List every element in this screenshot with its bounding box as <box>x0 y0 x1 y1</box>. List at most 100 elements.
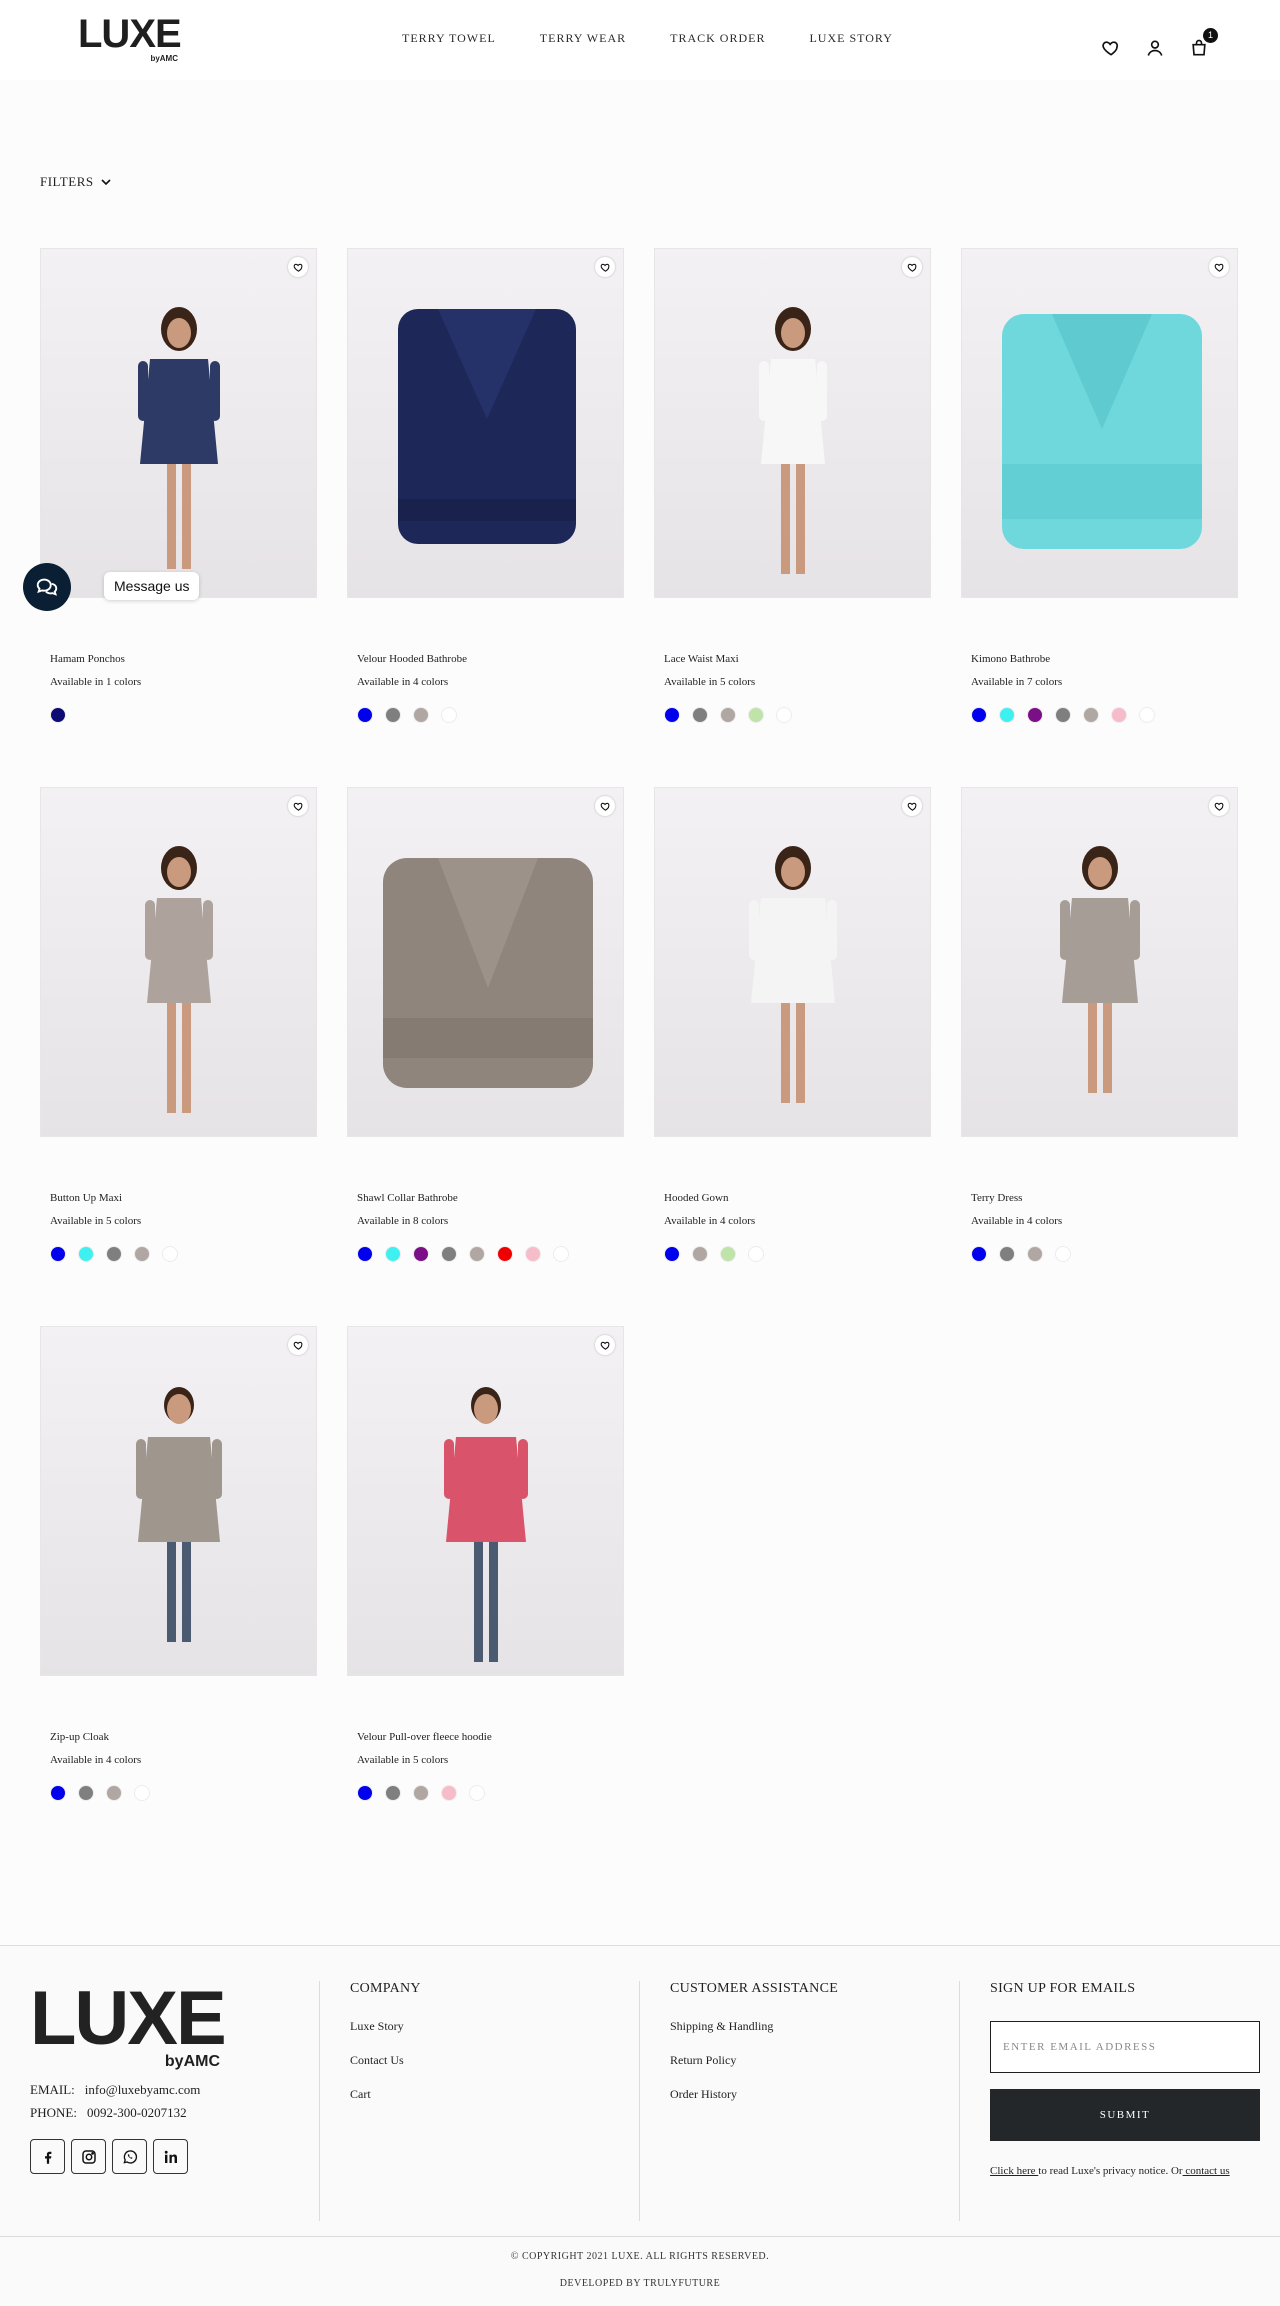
product-card[interactable]: Hooded Gown Available in 4 colors <box>654 787 931 1326</box>
color-swatch[interactable] <box>469 1785 485 1801</box>
product-name[interactable]: Zip-up Cloak <box>50 1731 109 1743</box>
linkedin-icon[interactable] <box>153 2139 188 2174</box>
color-swatch[interactable] <box>441 1246 457 1262</box>
product-name[interactable]: Velour Pull-over fleece hoodie <box>357 1731 492 1743</box>
privacy-link[interactable]: Click here <box>990 2165 1038 2177</box>
messenger-chat-button[interactable] <box>23 563 71 611</box>
nav-track-order[interactable]: TRACK ORDER <box>670 31 765 46</box>
product-card[interactable]: Hamam Ponchos Available in 1 colors <box>40 248 317 787</box>
wishlist-heart-icon[interactable] <box>902 796 922 816</box>
wishlist-heart-icon[interactable] <box>902 257 922 277</box>
color-swatch[interactable] <box>971 1246 987 1262</box>
chat-label[interactable]: Message us <box>104 572 200 600</box>
color-swatch[interactable] <box>413 1785 429 1801</box>
nav-terry-wear[interactable]: TERRY WEAR <box>540 31 626 46</box>
product-name[interactable]: Lace Waist Maxi <box>664 653 739 665</box>
nav-terry-towel[interactable]: TERRY TOWEL <box>402 31 496 46</box>
product-image[interactable] <box>40 248 317 598</box>
product-image[interactable] <box>40 787 317 1137</box>
color-swatch[interactable] <box>1027 707 1043 723</box>
footer-link-shipping[interactable]: Shipping & Handling <box>670 2019 959 2034</box>
product-image[interactable] <box>654 787 931 1137</box>
footer-link-luxe-story[interactable]: Luxe Story <box>350 2019 639 2034</box>
color-swatch[interactable] <box>664 1246 680 1262</box>
color-swatch[interactable] <box>692 1246 708 1262</box>
wishlist-heart-icon[interactable] <box>1209 257 1229 277</box>
product-image[interactable] <box>654 248 931 598</box>
color-swatch[interactable] <box>357 1246 373 1262</box>
wishlist-heart-icon[interactable] <box>595 257 615 277</box>
color-swatch[interactable] <box>664 707 680 723</box>
product-image[interactable] <box>40 1326 317 1676</box>
product-image[interactable] <box>961 787 1238 1137</box>
color-swatch[interactable] <box>50 1785 66 1801</box>
product-card[interactable]: Lace Waist Maxi Available in 5 colors <box>654 248 931 787</box>
color-swatch[interactable] <box>50 707 66 723</box>
footer-link-return-policy[interactable]: Return Policy <box>670 2053 959 2068</box>
product-card[interactable]: Kimono Bathrobe Available in 7 colors <box>961 248 1238 787</box>
color-swatch[interactable] <box>441 707 457 723</box>
product-name[interactable]: Terry Dress <box>971 1192 1022 1204</box>
color-swatch[interactable] <box>553 1246 569 1262</box>
footer-logo[interactable]: LUXE byAMC <box>30 1981 227 2077</box>
phone-value[interactable]: 0092-300-0207132 <box>87 2105 187 2120</box>
user-icon[interactable] <box>1145 38 1165 58</box>
color-swatch[interactable] <box>525 1246 541 1262</box>
contact-us-link[interactable]: contact us <box>1183 2165 1229 2177</box>
color-swatch[interactable] <box>134 1785 150 1801</box>
product-card[interactable]: Shawl Collar Bathrobe Available in 8 col… <box>347 787 624 1326</box>
color-swatch[interactable] <box>357 1785 373 1801</box>
color-swatch[interactable] <box>971 707 987 723</box>
color-swatch[interactable] <box>720 707 736 723</box>
footer-link-cart[interactable]: Cart <box>350 2087 639 2102</box>
email-value[interactable]: info@luxebyamc.com <box>85 2082 201 2097</box>
wishlist-heart-icon[interactable] <box>1209 796 1229 816</box>
product-name[interactable]: Kimono Bathrobe <box>971 653 1050 665</box>
color-swatch[interactable] <box>1055 1246 1071 1262</box>
color-swatch[interactable] <box>78 1785 94 1801</box>
color-swatch[interactable] <box>106 1246 122 1262</box>
nav-luxe-story[interactable]: LUXE STORY <box>809 31 892 46</box>
wishlist-heart-icon[interactable] <box>288 1335 308 1355</box>
color-swatch[interactable] <box>692 707 708 723</box>
product-card[interactable]: Button Up Maxi Available in 5 colors <box>40 787 317 1326</box>
color-swatch[interactable] <box>441 1785 457 1801</box>
filters-toggle[interactable]: FILTERS <box>40 174 112 190</box>
wishlist-icon[interactable] <box>1101 38 1121 58</box>
color-swatch[interactable] <box>385 1785 401 1801</box>
newsletter-email-input[interactable] <box>990 2021 1260 2073</box>
product-image[interactable] <box>347 787 624 1137</box>
color-swatch[interactable] <box>357 707 373 723</box>
facebook-icon[interactable] <box>30 2139 65 2174</box>
product-image[interactable] <box>347 1326 624 1676</box>
color-swatch[interactable] <box>413 707 429 723</box>
product-card[interactable]: Velour Pull-over fleece hoodie Available… <box>347 1326 624 1865</box>
product-name[interactable]: Shawl Collar Bathrobe <box>357 1192 458 1204</box>
color-swatch[interactable] <box>748 1246 764 1262</box>
wishlist-heart-icon[interactable] <box>595 796 615 816</box>
wishlist-heart-icon[interactable] <box>288 257 308 277</box>
newsletter-submit-button[interactable]: SUBMIT <box>990 2089 1260 2141</box>
color-swatch[interactable] <box>1139 707 1155 723</box>
color-swatch[interactable] <box>469 1246 485 1262</box>
footer-link-contact-us[interactable]: Contact Us <box>350 2053 639 2068</box>
color-swatch[interactable] <box>1083 707 1099 723</box>
color-swatch[interactable] <box>776 707 792 723</box>
wishlist-heart-icon[interactable] <box>595 1335 615 1355</box>
product-name[interactable]: Hooded Gown <box>664 1192 728 1204</box>
color-swatch[interactable] <box>106 1785 122 1801</box>
color-swatch[interactable] <box>497 1246 513 1262</box>
color-swatch[interactable] <box>748 707 764 723</box>
product-card[interactable]: Terry Dress Available in 4 colors <box>961 787 1238 1326</box>
product-name[interactable]: Velour Hooded Bathrobe <box>357 653 467 665</box>
color-swatch[interactable] <box>413 1246 429 1262</box>
color-swatch[interactable] <box>385 1246 401 1262</box>
cart-icon[interactable]: 1 <box>1189 28 1218 58</box>
color-swatch[interactable] <box>78 1246 94 1262</box>
color-swatch[interactable] <box>50 1246 66 1262</box>
color-swatch[interactable] <box>1055 707 1071 723</box>
product-image[interactable] <box>961 248 1238 598</box>
color-swatch[interactable] <box>1111 707 1127 723</box>
brand-logo[interactable]: LUXE byAMC <box>78 14 182 64</box>
color-swatch[interactable] <box>720 1246 736 1262</box>
